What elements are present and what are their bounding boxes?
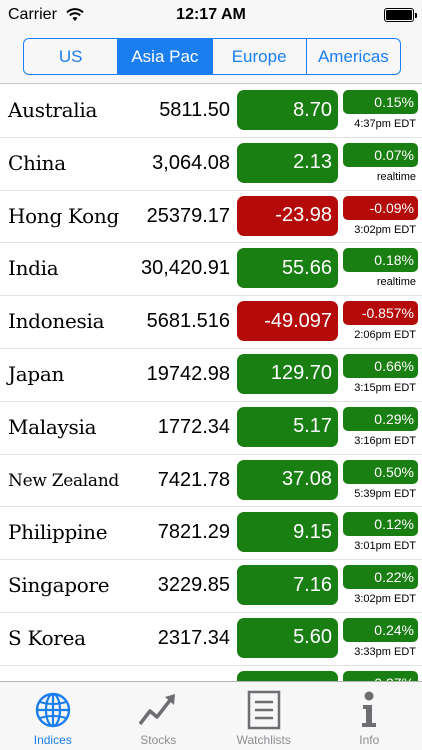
- segment-asia-pac[interactable]: Asia Pac: [118, 39, 213, 74]
- segment-europe[interactable]: Europe: [213, 39, 307, 74]
- index-percent-badge[interactable]: 0.12%: [343, 512, 418, 537]
- index-percent-badge[interactable]: 0.50%: [343, 459, 418, 484]
- index-value: 25379.17: [146, 204, 230, 227]
- index-country-name: Philippine: [8, 520, 108, 545]
- index-change-badge[interactable]: 7.16: [237, 565, 338, 606]
- index-value: 19742.98: [146, 362, 230, 385]
- index-country-name: S Korea: [8, 625, 86, 650]
- index-update-time: 3:33pm EDT: [354, 645, 416, 658]
- index-update-time: 3:16pm EDT: [354, 434, 416, 447]
- index-percent-badge[interactable]: 0.24%: [343, 617, 418, 642]
- index-percent-badge[interactable]: 0.18%: [343, 248, 418, 273]
- index-update-time: 2:06pm EDT: [354, 329, 416, 342]
- index-update-time: 3:02pm EDT: [354, 223, 416, 236]
- index-percent-badge[interactable]: 0.22%: [343, 565, 418, 590]
- status-time: 12:17 AM: [176, 6, 246, 23]
- index-update-time: 3:01pm EDT: [354, 540, 416, 553]
- tab-label-info: Info: [359, 733, 380, 747]
- info-icon: [362, 691, 377, 727]
- index-value: 2317.34: [157, 626, 230, 649]
- index-update-time: realtime: [376, 170, 416, 183]
- status-bar: Carrier 12:17 AM: [0, 0, 422, 30]
- index-percent-badge[interactable]: 0.37%: [343, 670, 418, 681]
- index-percent-badge[interactable]: 0.66%: [343, 353, 418, 378]
- index-value: 7821.29: [157, 521, 230, 544]
- segment-us[interactable]: US: [24, 39, 119, 74]
- index-change-badge[interactable]: 5.60: [237, 617, 338, 658]
- index-country-name: India: [8, 256, 59, 281]
- index-percent-badge[interactable]: -0.09%: [343, 195, 418, 220]
- battery-icon: [384, 8, 417, 22]
- watchlist-icon: [247, 690, 280, 730]
- index-row[interactable]: Hong Kong 25379.17 -23.98 -0.09% 3:02pm EDT: [0, 191, 422, 244]
- index-change-badge[interactable]: 2.13: [237, 142, 338, 183]
- index-change-badge[interactable]: 37.08: [237, 459, 338, 500]
- index-row[interactable]: S Korea 2317.34 5.60 0.24% 3:33pm EDT: [0, 613, 422, 666]
- index-country-name: Indonesia: [8, 309, 105, 334]
- index-row[interactable]: Singapore 3229.85 7.16 0.22% 3:02pm EDT: [0, 560, 422, 613]
- index-change-badge[interactable]: 129.70: [237, 353, 338, 394]
- index-update-time: 4:37pm EDT: [354, 118, 416, 130]
- tab-info[interactable]: Info: [317, 682, 422, 750]
- stocks-trend-icon: [138, 694, 176, 726]
- index-percent-badge[interactable]: 0.29%: [343, 406, 418, 431]
- index-change-badge[interactable]: 5.17: [237, 406, 338, 447]
- region-selector-bar: US Asia Pac Europe Americas: [0, 30, 422, 84]
- index-country-name: Australia: [8, 98, 98, 122]
- tab-watchlists[interactable]: Watchlists: [211, 682, 317, 750]
- tab-label-watchlists: Watchlists: [236, 733, 291, 747]
- index-row[interactable]: Australia 5811.50 8.70 0.15% 4:37pm EDT: [0, 85, 422, 138]
- index-change-badge[interactable]: 55.66: [237, 248, 338, 289]
- index-value: 3,064.08: [152, 151, 230, 174]
- index-row[interactable]: Philippine 7821.29 9.15 0.12% 3:01pm EDT: [0, 507, 422, 561]
- tab-stocks[interactable]: Stocks: [106, 682, 212, 750]
- index-country-name: Japan: [8, 361, 65, 386]
- index-update-time: 3:02pm EDT: [354, 593, 416, 606]
- index-change-badge[interactable]: -23.98: [237, 195, 338, 236]
- index-update-time: 3:15pm EDT: [354, 381, 416, 394]
- region-segmented-control: US Asia Pac Europe Americas: [23, 38, 401, 75]
- index-change-badge[interactable]: 9.15: [237, 512, 338, 553]
- index-value: 1772.34: [157, 415, 230, 438]
- index-row[interactable]: India 30,420.91 55.66 0.18% realtime: [0, 243, 422, 297]
- index-country-name: China: [8, 150, 66, 175]
- index-row[interactable]: Indonesia 5681.516 -49.097 -0.857% 2:06pm ED…: [0, 296, 422, 349]
- index-percent-badge[interactable]: -0.857%: [343, 301, 418, 326]
- index-change-badge[interactable]: 8.70: [237, 90, 338, 130]
- index-value: 5681.516: [146, 310, 230, 333]
- index-row[interactable]: Taiwan10341.4238.750.37%: [0, 666, 422, 681]
- tab-label-indices: Indices: [33, 733, 72, 747]
- tab-indices[interactable]: Indices: [0, 682, 106, 750]
- index-country-name: Hong Kong: [8, 203, 119, 228]
- index-country-name: Malaysia: [8, 414, 97, 439]
- index-row[interactable]: China 3,064.08 2.13 0.07% realtime: [0, 138, 422, 191]
- index-value: 7421.78: [157, 468, 230, 491]
- index-percent-badge[interactable]: 0.15%: [343, 90, 418, 114]
- index-change-badge[interactable]: 38.75: [237, 670, 338, 681]
- globe-icon: [35, 692, 70, 728]
- index-percent-badge[interactable]: 0.07%: [343, 142, 418, 167]
- index-value: 30,420.91: [141, 257, 230, 280]
- index-value: 3229.85: [157, 574, 230, 597]
- index-country-name: New Zealand: [8, 470, 120, 491]
- index-country-name: Singapore: [8, 573, 110, 598]
- index-value: 5811.50: [159, 99, 230, 121]
- tab-bar: Indices Stocks Watchlists Info: [0, 681, 422, 750]
- segment-americas[interactable]: Americas: [307, 39, 400, 74]
- index-row[interactable]: Japan 19742.98 129.70 0.66% 3:15pm EDT: [0, 349, 422, 402]
- index-row[interactable]: New Zealand 7421.78 37.08 0.50% 5:39pm EDT: [0, 455, 422, 508]
- indices-list[interactable]: Australia 5811.50 8.70 0.15% 4:37pm EDT China…: [0, 85, 422, 681]
- index-update-time: realtime: [376, 276, 416, 289]
- index-change-badge[interactable]: -49.097: [237, 301, 338, 342]
- index-row[interactable]: Malaysia 1772.34 5.17 0.29% 3:16pm EDT: [0, 402, 422, 455]
- tab-label-stocks: Stocks: [140, 733, 177, 747]
- index-update-time: 5:39pm EDT: [354, 487, 416, 500]
